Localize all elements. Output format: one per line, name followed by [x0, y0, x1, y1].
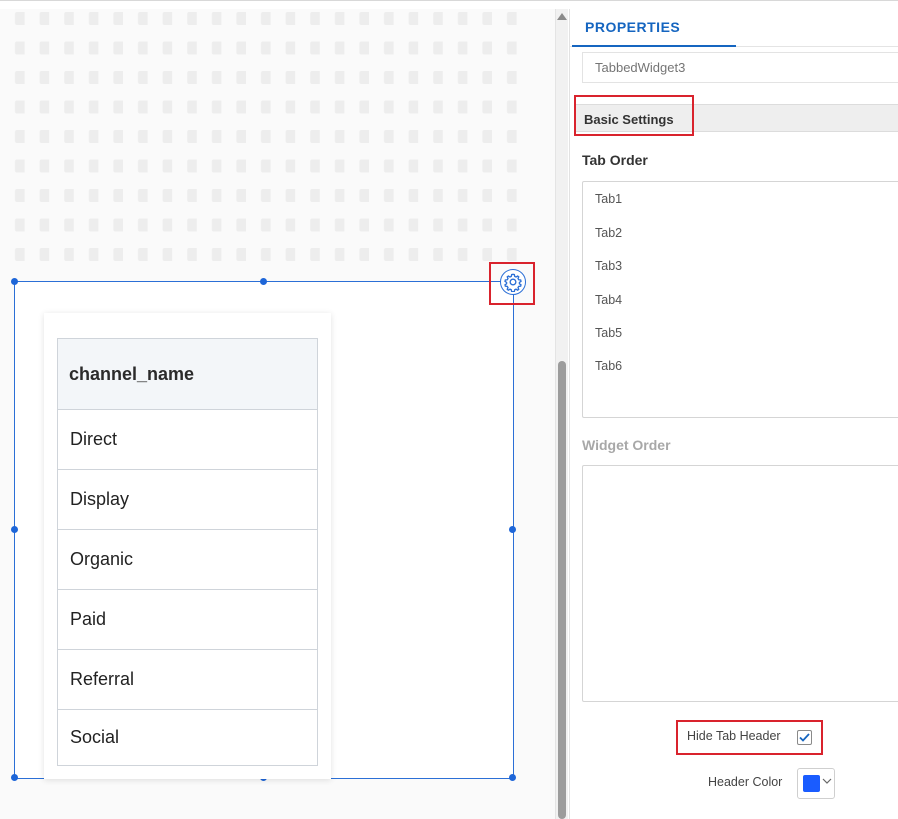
resize-handle-top-left[interactable]: [11, 278, 18, 285]
checkmark-icon: [799, 733, 810, 742]
header-color-picker[interactable]: [797, 768, 835, 799]
canvas-grid-pattern: [0, 9, 520, 271]
widget-name-input[interactable]: [582, 52, 898, 83]
gear-icon: [504, 273, 522, 292]
hide-tab-header-checkbox[interactable]: [797, 730, 812, 745]
header-color-swatch: [803, 775, 820, 792]
canvas-dot-grid: [0, 9, 555, 274]
tab-order-item[interactable]: Tab3: [595, 259, 622, 273]
widget-settings-button[interactable]: [500, 269, 526, 295]
grid-widget-card[interactable]: channel_name Direct Display Organic Paid…: [44, 313, 331, 779]
resize-handle-bottom-left[interactable]: [11, 774, 18, 781]
tab-properties[interactable]: PROPERTIES: [572, 9, 736, 47]
tab-order-list[interactable]: Tab1 Tab2 Tab3 Tab4 Tab5 Tab6: [582, 181, 898, 418]
hide-tab-header-label: Hide Tab Header: [687, 729, 781, 743]
tab-order-item[interactable]: Tab5: [595, 326, 622, 340]
scroll-up-arrow-icon[interactable]: [557, 13, 567, 20]
tab-order-item[interactable]: Tab1: [595, 192, 622, 206]
widget-order-list[interactable]: [582, 465, 898, 702]
table-row[interactable]: Paid: [58, 590, 317, 650]
tab-order-label: Tab Order: [582, 152, 648, 168]
basic-settings-highlight: [574, 95, 694, 136]
resize-handle-right[interactable]: [509, 526, 516, 533]
resize-handle-left[interactable]: [11, 526, 18, 533]
table-row[interactable]: Referral: [58, 650, 317, 710]
header-color-label: Header Color: [708, 775, 783, 789]
widget-order-label: Widget Order: [582, 437, 671, 453]
dashboard-canvas[interactable]: channel_name Direct Display Organic Paid…: [0, 9, 555, 819]
panel-tab-bar: PROPERTIES: [570, 9, 898, 47]
scrollbar-thumb[interactable]: [558, 361, 566, 819]
canvas-scrollbar[interactable]: [555, 9, 568, 819]
resize-handle-bottom-right[interactable]: [509, 774, 516, 781]
table-row[interactable]: Direct: [58, 410, 317, 470]
table-row[interactable]: Social: [58, 710, 317, 766]
tab-order-item[interactable]: Tab6: [595, 359, 622, 373]
properties-panel: PROPERTIES Basic Settings Tab Order Tab1…: [569, 9, 898, 819]
tab-order-item[interactable]: Tab4: [595, 293, 622, 307]
table-column-header[interactable]: channel_name: [58, 339, 317, 410]
designer-window: channel_name Direct Display Organic Paid…: [0, 0, 898, 819]
table-row[interactable]: Organic: [58, 530, 317, 590]
resize-handle-top[interactable]: [260, 278, 267, 285]
tab-order-item[interactable]: Tab2: [595, 226, 622, 240]
channel-table: channel_name Direct Display Organic Paid…: [57, 338, 318, 766]
table-row[interactable]: Display: [58, 470, 317, 530]
chevron-down-icon: [822, 778, 832, 784]
